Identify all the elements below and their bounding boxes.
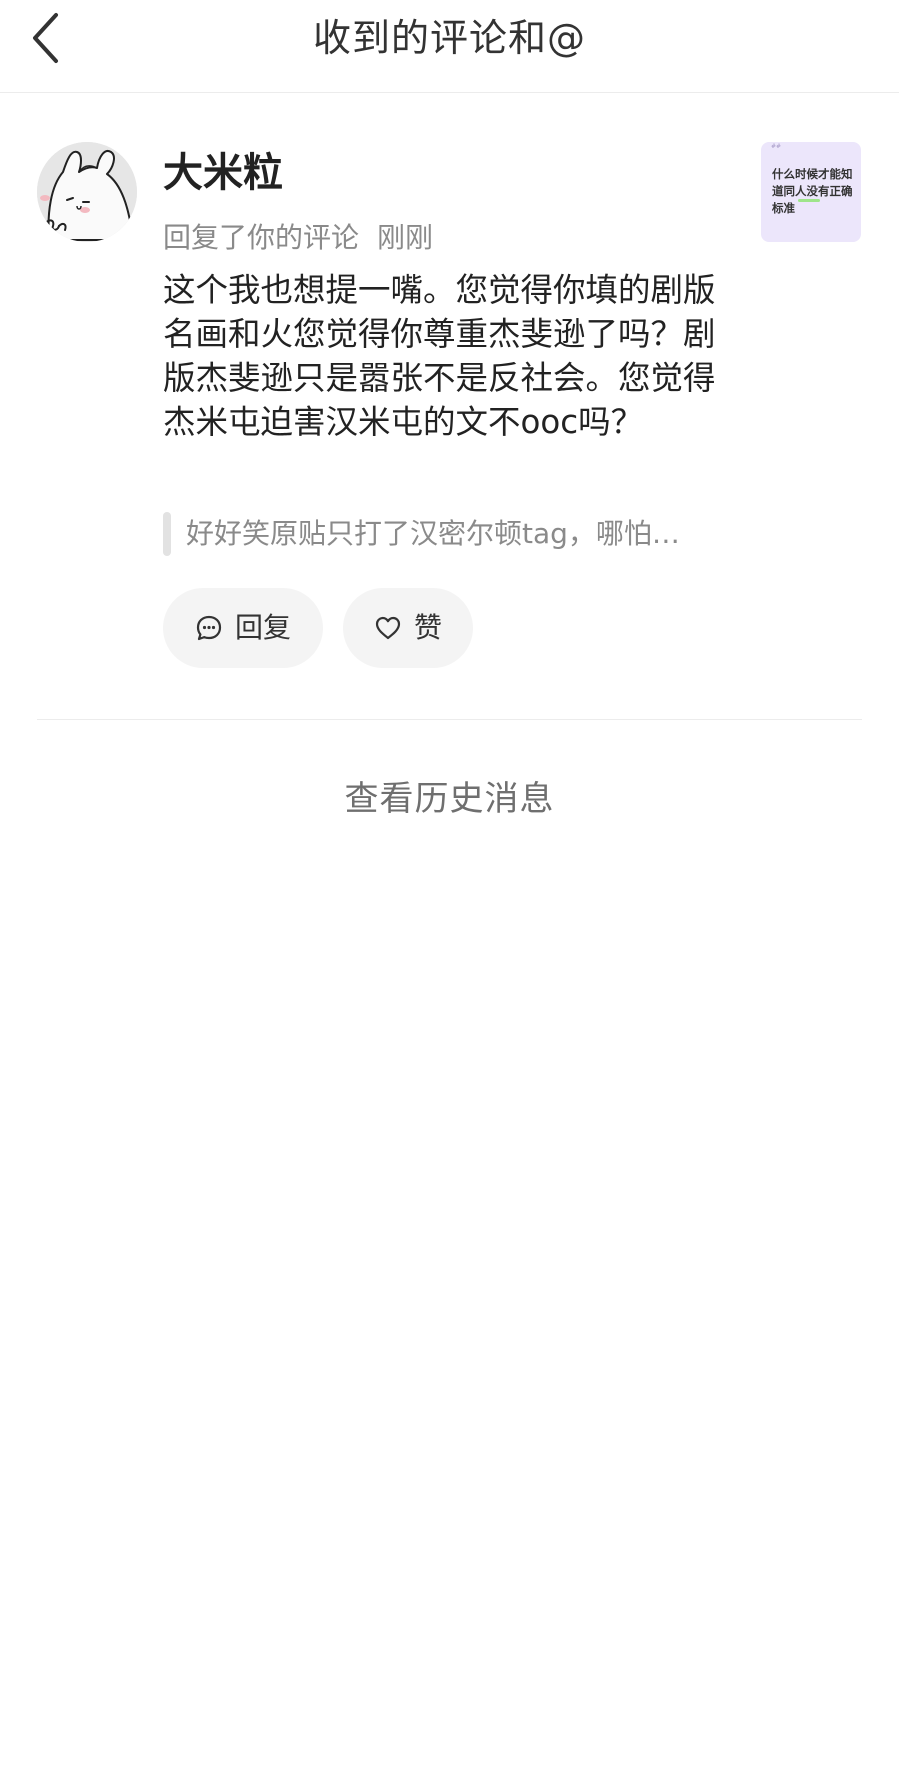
- thumbnail-text: 什么时候才能知道同人没有正确标准: [772, 167, 853, 215]
- reply-button[interactable]: 回复: [163, 588, 323, 668]
- notification-meta: 回复了你的评论 刚刚: [163, 220, 433, 256]
- top-bar: 收到的评论和@: [0, 0, 899, 93]
- action-text: 回复了你的评论: [163, 221, 360, 254]
- action-row: 回复 赞: [163, 588, 473, 668]
- heart-icon: [374, 615, 402, 641]
- page-title: 收到的评论和@: [312, 16, 586, 60]
- comment-text[interactable]: 这个我也想提一嘴。您觉得你填的剧版名画和火您觉得你尊重杰斐逊了吗？剧版杰斐逊只是…: [163, 268, 733, 444]
- quoted-comment[interactable]: 好好笑原贴只打了汉密尔顿tag，哪怕…: [163, 512, 743, 556]
- comment-bubble-icon: [195, 614, 223, 642]
- like-label: 赞: [413, 611, 442, 644]
- quoted-text: 好好笑原贴只打了汉密尔顿tag，哪怕…: [186, 517, 680, 550]
- comment-notification[interactable]: 大米粒 回复了你的评论 刚刚 这个我也想提一嘴。您觉得你填的剧版名画和火您觉得你尊…: [37, 142, 862, 720]
- like-button[interactable]: 赞: [343, 588, 473, 668]
- avatar[interactable]: [37, 142, 137, 242]
- page: 收到的评论和@ 大米粒 回复了你的评论 刚刚 这个我也想提一嘴。您觉得你填的剧版…: [0, 0, 899, 1770]
- username[interactable]: 大米粒: [163, 148, 283, 198]
- quote-bar: [163, 512, 171, 556]
- reply-label: 回复: [234, 611, 291, 644]
- post-thumbnail[interactable]: ## 什么时候才能知道同人没有正确标准: [761, 142, 861, 242]
- thumbnail-top-text: ##: [771, 143, 782, 150]
- view-history-link[interactable]: 查看历史消息: [0, 775, 899, 823]
- timestamp: 刚刚: [377, 221, 434, 254]
